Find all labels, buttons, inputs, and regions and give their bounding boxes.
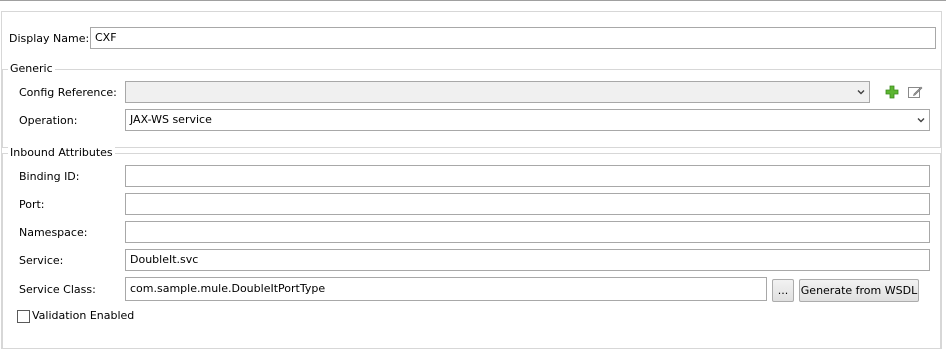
namespace-input[interactable] [125,221,930,243]
binding-id-label: Binding ID: [19,170,80,183]
top-divider [0,0,946,1]
chevron-down-icon [917,118,925,123]
browse-button[interactable]: ... [772,279,794,302]
generic-group-title: Generic [8,62,55,75]
inbound-attributes-title: Inbound Attributes [8,146,115,159]
port-input[interactable] [125,193,930,215]
add-icon[interactable] [884,84,900,100]
validation-enabled-label: Validation Enabled [32,309,135,322]
properties-panel: Display Name: CXF Generic Config Referen… [1,11,942,349]
operation-label: Operation: [19,114,78,127]
service-input[interactable]: DoubleIt.svc [125,249,930,271]
config-reference-select[interactable] [125,81,870,103]
service-label: Service: [19,254,64,267]
config-reference-label: Config Reference: [19,86,117,99]
display-name-label: Display Name: [9,32,90,45]
chevron-down-icon [857,90,865,95]
namespace-label: Namespace: [19,226,88,239]
display-name-input[interactable]: CXF [90,27,936,49]
edit-icon[interactable] [907,84,923,100]
service-class-label: Service Class: [19,283,96,296]
binding-id-input[interactable] [125,165,930,187]
port-label: Port: [19,198,45,211]
validation-enabled-checkbox[interactable] [17,310,30,323]
operation-value: JAX-WS service [130,113,212,126]
generate-from-wsdl-button[interactable]: Generate from WSDL [799,279,919,302]
service-class-input[interactable]: com.sample.mule.DoubleItPortType [125,277,767,301]
operation-select[interactable]: JAX-WS service [125,109,930,131]
